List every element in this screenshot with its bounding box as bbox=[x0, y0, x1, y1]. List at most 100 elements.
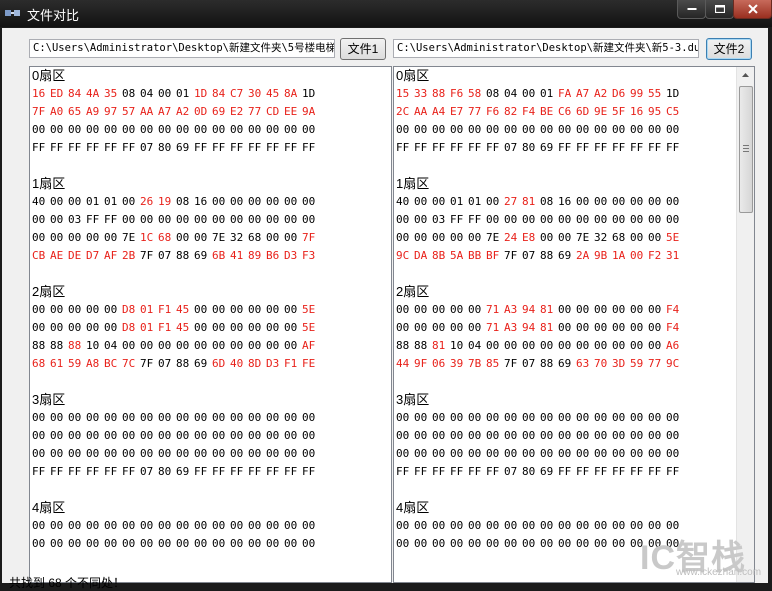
hex-byte: 00 bbox=[486, 339, 500, 352]
hex-byte-different: 16 bbox=[630, 105, 644, 118]
hex-byte-different: 81 bbox=[540, 321, 554, 334]
hex-byte: 00 bbox=[230, 213, 244, 226]
file1-button[interactable]: 文件1 bbox=[340, 38, 386, 60]
hex-byte: 00 bbox=[122, 519, 136, 532]
hex-byte: 00 bbox=[612, 411, 626, 424]
hex-byte: FF bbox=[104, 213, 118, 226]
maximize-button[interactable] bbox=[705, 0, 734, 19]
hex-byte: 00 bbox=[104, 429, 118, 442]
file2-hex-panel[interactable]: 0扇区 15 33 88 F6 58 08 04 00 01 FA A7 A2 D6 99 55 1D 2C AA A… bbox=[393, 66, 755, 583]
hex-byte: 00 bbox=[248, 195, 262, 208]
file2-path-field[interactable]: C:\Users\Administrator\Desktop\新建文件夹\新5-… bbox=[393, 39, 699, 58]
hex-byte-different: CB bbox=[32, 249, 46, 262]
hex-byte-different: 82 bbox=[504, 105, 518, 118]
sector-spacer bbox=[30, 373, 320, 391]
sector-spacer bbox=[30, 553, 320, 571]
hex-byte: 00 bbox=[284, 339, 298, 352]
hex-byte: 08 bbox=[540, 195, 554, 208]
hex-byte-different: 1D bbox=[194, 87, 208, 100]
hex-byte-different: 7B bbox=[468, 357, 482, 370]
maximize-icon bbox=[714, 5, 725, 13]
hex-byte: 00 bbox=[612, 195, 626, 208]
hex-byte: FF bbox=[32, 465, 46, 478]
hex-byte: 00 bbox=[302, 411, 316, 424]
hex-byte: 16 bbox=[558, 195, 572, 208]
hex-byte: FF bbox=[284, 465, 298, 478]
hex-byte: 00 bbox=[284, 429, 298, 442]
close-icon bbox=[747, 4, 758, 14]
hex-byte: 00 bbox=[266, 429, 280, 442]
vertical-scrollbar[interactable] bbox=[736, 67, 754, 582]
hex-byte: 80 bbox=[522, 465, 536, 478]
hex-byte-different: 8B bbox=[432, 249, 446, 262]
hex-byte: 00 bbox=[104, 411, 118, 424]
hex-byte: 00 bbox=[414, 447, 428, 460]
hex-byte: 69 bbox=[540, 465, 554, 478]
sector-label: 4扇区 bbox=[32, 500, 66, 515]
window-title: 文件对比 bbox=[27, 8, 80, 23]
hex-byte: 00 bbox=[50, 429, 64, 442]
scroll-up-icon[interactable] bbox=[737, 67, 754, 84]
hex-byte: 40 bbox=[396, 195, 410, 208]
hex-byte: FF bbox=[122, 141, 136, 154]
hex-byte: 00 bbox=[194, 231, 208, 244]
hex-byte: 00 bbox=[630, 411, 644, 424]
hex-byte: 88 bbox=[396, 339, 410, 352]
hex-byte: 10 bbox=[450, 339, 464, 352]
hex-byte-different: 88 bbox=[432, 87, 446, 100]
hex-byte: 80 bbox=[158, 465, 172, 478]
hex-byte: 00 bbox=[284, 213, 298, 226]
hex-byte: 00 bbox=[230, 321, 244, 334]
hex-byte: FF bbox=[468, 465, 482, 478]
file1-hex-panel[interactable]: 0扇区 16 ED 84 4A 35 08 04 00 01 1D 84 C7 30 45 8A 1D 7F A0 6… bbox=[29, 66, 392, 583]
hex-byte: FF bbox=[194, 141, 208, 154]
hex-byte: 00 bbox=[486, 429, 500, 442]
hex-byte: 7F bbox=[504, 357, 518, 370]
hex-byte: 00 bbox=[32, 429, 46, 442]
hex-byte: 00 bbox=[396, 429, 410, 442]
hex-byte: FF bbox=[302, 141, 316, 154]
hex-byte-different: 01 bbox=[140, 321, 154, 334]
hex-byte-different: 57 bbox=[122, 105, 136, 118]
sector-label: 1扇区 bbox=[32, 176, 66, 191]
hex-byte-different: BF bbox=[486, 249, 500, 262]
hex-byte-different: F6 bbox=[486, 105, 500, 118]
sector-label: 3扇区 bbox=[396, 392, 430, 407]
hex-byte: 1D bbox=[666, 87, 680, 100]
hex-byte: FF bbox=[194, 465, 208, 478]
hex-byte: 00 bbox=[266, 411, 280, 424]
hex-byte: 00 bbox=[68, 195, 82, 208]
hex-byte: 00 bbox=[158, 123, 172, 136]
hex-byte-different: 2A bbox=[576, 249, 590, 262]
hex-byte-different: 15 bbox=[396, 87, 410, 100]
hex-byte: FF bbox=[284, 141, 298, 154]
hex-byte: 00 bbox=[414, 411, 428, 424]
hex-byte: 00 bbox=[486, 447, 500, 460]
hex-byte-different: F4 bbox=[666, 321, 680, 334]
main-area: C:\Users\Administrator\Desktop\新建文件夹\5号楼… bbox=[2, 28, 768, 590]
hex-byte: 00 bbox=[248, 429, 262, 442]
hex-byte: 00 bbox=[558, 231, 572, 244]
hex-byte: 00 bbox=[266, 195, 280, 208]
scroll-thumb[interactable] bbox=[739, 86, 753, 213]
hex-byte: 00 bbox=[540, 411, 554, 424]
hex-byte: 00 bbox=[504, 123, 518, 136]
hex-byte-different: 6B bbox=[212, 249, 226, 262]
hex-byte: 00 bbox=[212, 195, 226, 208]
hex-byte: 00 bbox=[158, 447, 172, 460]
sector-label: 4扇区 bbox=[396, 500, 430, 515]
hex-byte: 00 bbox=[666, 429, 680, 442]
hex-byte: 00 bbox=[576, 429, 590, 442]
hex-byte-different: A3 bbox=[504, 321, 518, 334]
hex-byte: 00 bbox=[558, 123, 572, 136]
hex-byte-different: 5E bbox=[302, 321, 316, 334]
minimize-button[interactable] bbox=[677, 0, 706, 19]
file1-path-field[interactable]: C:\Users\Administrator\Desktop\新建文件夹\5号楼… bbox=[29, 39, 335, 58]
hex-byte: 00 bbox=[248, 537, 262, 550]
sector-spacer bbox=[30, 481, 320, 499]
hex-byte: 00 bbox=[176, 447, 190, 460]
hex-byte: 00 bbox=[648, 231, 662, 244]
file2-button[interactable]: 文件2 bbox=[706, 38, 752, 60]
close-button[interactable] bbox=[733, 0, 772, 19]
hex-byte: 00 bbox=[414, 231, 428, 244]
